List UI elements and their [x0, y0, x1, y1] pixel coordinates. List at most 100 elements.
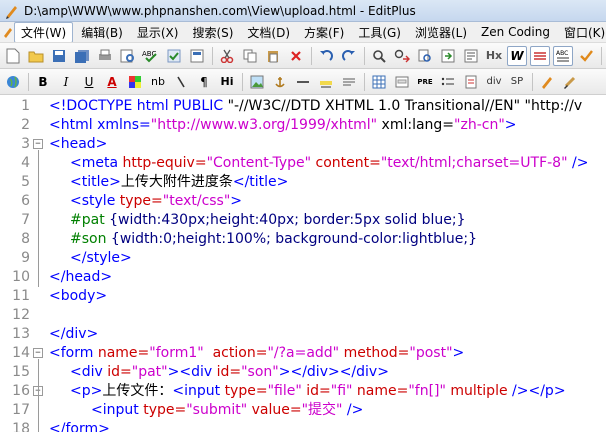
script-icon[interactable]: [461, 72, 481, 92]
code-line[interactable]: 2 <html xmlns="http://www.w3.org/1999/xht…: [0, 116, 606, 135]
code-line[interactable]: 11 <body>: [0, 287, 606, 306]
paste-icon[interactable]: [263, 46, 283, 66]
goto-icon[interactable]: [438, 46, 458, 66]
brush-icon[interactable]: [560, 72, 580, 92]
code-token: "post": [409, 345, 453, 361]
div-button[interactable]: div: [484, 72, 504, 92]
code-token: "fi": [330, 383, 353, 399]
code-line[interactable]: 9 </style>: [0, 249, 606, 268]
fold-toggle-icon[interactable]: −: [33, 139, 43, 149]
span-button[interactable]: SP: [507, 72, 527, 92]
redo-icon[interactable]: [339, 46, 359, 66]
code-line[interactable]: 10 </head>: [0, 268, 606, 287]
menu-zen-coding[interactable]: Zen Coding: [475, 24, 556, 40]
code-token: value=: [247, 402, 302, 418]
bold-button[interactable]: B: [33, 72, 53, 92]
table-icon[interactable]: [369, 72, 389, 92]
cut-icon[interactable]: [217, 46, 237, 66]
code-line[interactable]: 16−<p>上传文件：<input type="file" id="fi" na…: [0, 382, 606, 401]
nbsp-button[interactable]: nb: [148, 72, 168, 92]
new-file-icon[interactable]: [3, 46, 23, 66]
code-token: <form: [49, 345, 98, 361]
code-line[interactable]: 1 <!DOCTYPE html PUBLIC "-//W3C//DTD XHTM…: [0, 97, 606, 116]
list-icon[interactable]: [438, 72, 458, 92]
code-text: <title>上传大附件进度条</title>: [70, 173, 288, 192]
editplus-app-icon[interactable]: [4, 3, 20, 19]
code-token: "http://www.w3.org/1999/xhtml": [150, 117, 378, 133]
code-line[interactable]: 13 </div>: [0, 325, 606, 344]
code-token: {width:0;height:100%; background-color:l…: [110, 231, 478, 247]
code-token: />: [342, 402, 364, 418]
preview-icon[interactable]: [187, 46, 207, 66]
menu-browser[interactable]: 浏览器(L): [409, 23, 473, 42]
code-line[interactable]: 14− <form name="form1" action="/?a=add" m…: [0, 344, 606, 363]
spell-check-icon[interactable]: ABC: [141, 46, 161, 66]
find-in-files-icon[interactable]: [415, 46, 435, 66]
pre-tag-button[interactable]: PRE: [415, 72, 435, 92]
menu-window[interactable]: 窗口(K): [558, 23, 606, 42]
code-line[interactable]: 6 <style type="text/css">: [0, 192, 606, 211]
menu-view[interactable]: 显示(X): [131, 23, 185, 42]
code-line[interactable]: 18 </form>: [0, 420, 606, 432]
code-token: "zh-cn": [454, 117, 505, 133]
paragraph-button[interactable]: ¶: [194, 72, 214, 92]
line-number: 15: [12, 364, 30, 380]
code-line[interactable]: 4 <meta http-equiv="Content-Type" content…: [0, 154, 606, 173]
code-line[interactable]: 3− <head>: [0, 135, 606, 154]
save-icon[interactable]: [49, 46, 69, 66]
anchor-icon[interactable]: [270, 72, 290, 92]
copy-icon[interactable]: [240, 46, 260, 66]
code-line[interactable]: 15 <div id="pat"><div id="son"></div></di…: [0, 363, 606, 382]
line-number: 3: [21, 136, 30, 152]
html-color-icon[interactable]: [125, 72, 145, 92]
menu-file[interactable]: 文件(W): [14, 22, 74, 42]
open-folder-icon[interactable]: [26, 46, 46, 66]
code-token: </title>: [232, 174, 289, 190]
menu-document[interactable]: 文档(D): [241, 23, 296, 42]
menu-edit[interactable]: 编辑(B): [75, 23, 129, 42]
horizontal-rule-icon[interactable]: [293, 72, 313, 92]
fold-toggle-icon[interactable]: −: [33, 348, 43, 358]
document-selector-icon[interactable]: [461, 46, 481, 66]
code-token: "text/html;charset=UTF-8": [380, 155, 568, 171]
checkmark-icon[interactable]: [164, 46, 184, 66]
form-icon[interactable]: [392, 72, 412, 92]
edit-pencil-icon[interactable]: [537, 72, 557, 92]
code-line[interactable]: 12: [0, 306, 606, 325]
word-wrap-button[interactable]: W: [507, 45, 527, 66]
heading-button[interactable]: Hi: [217, 72, 237, 92]
column-marker-icon[interactable]: ABC: [553, 45, 573, 66]
line-numbers-icon[interactable]: [530, 45, 550, 66]
code-line[interactable]: 8 #son {width:0;height:100%; background-c…: [0, 230, 606, 249]
heading-hx-button[interactable]: Hx: [484, 46, 504, 66]
font-color-button[interactable]: A: [102, 72, 122, 92]
undo-icon[interactable]: [316, 46, 336, 66]
comment-icon[interactable]: [339, 72, 359, 92]
italic-button[interactable]: I: [56, 72, 76, 92]
find-icon[interactable]: [369, 46, 389, 66]
code-line[interactable]: 7 #pat {width:430px;height:40px; border:5…: [0, 211, 606, 230]
menu-bar: 文件(W) 编辑(B) 显示(X) 搜索(S) 文档(D) 方案(F) 工具(G…: [0, 22, 606, 43]
underline-button[interactable]: U: [79, 72, 99, 92]
toolbar-separator: [532, 72, 533, 91]
globe-icon[interactable]: [3, 72, 23, 92]
replace-icon[interactable]: [392, 46, 412, 66]
image-icon[interactable]: [247, 72, 267, 92]
print-icon[interactable]: [95, 46, 115, 66]
check-syntax-icon[interactable]: [576, 46, 596, 66]
break-icon[interactable]: [171, 72, 191, 92]
menu-search[interactable]: 搜索(S): [186, 23, 239, 42]
highlight-icon[interactable]: [316, 72, 336, 92]
standard-toolbar: ABC Hx W ABC: [0, 43, 606, 69]
code-line[interactable]: 17 <input type="submit" value="提交" />: [0, 401, 606, 420]
code-text: <!DOCTYPE html PUBLIC "-//W3C//DTD XHTML…: [49, 97, 582, 116]
print-preview-icon[interactable]: [118, 46, 138, 66]
menu-project[interactable]: 方案(F): [298, 23, 350, 42]
code-token: multiple: [445, 383, 513, 399]
save-all-icon[interactable]: [72, 46, 92, 66]
code-token: ><div: [167, 364, 217, 380]
code-line[interactable]: 5 <title>上传大附件进度条</title>: [0, 173, 606, 192]
delete-icon[interactable]: [286, 46, 306, 66]
code-editor[interactable]: 1 <!DOCTYPE html PUBLIC "-//W3C//DTD XHTM…: [0, 95, 606, 432]
menu-tools[interactable]: 工具(G): [352, 23, 407, 42]
